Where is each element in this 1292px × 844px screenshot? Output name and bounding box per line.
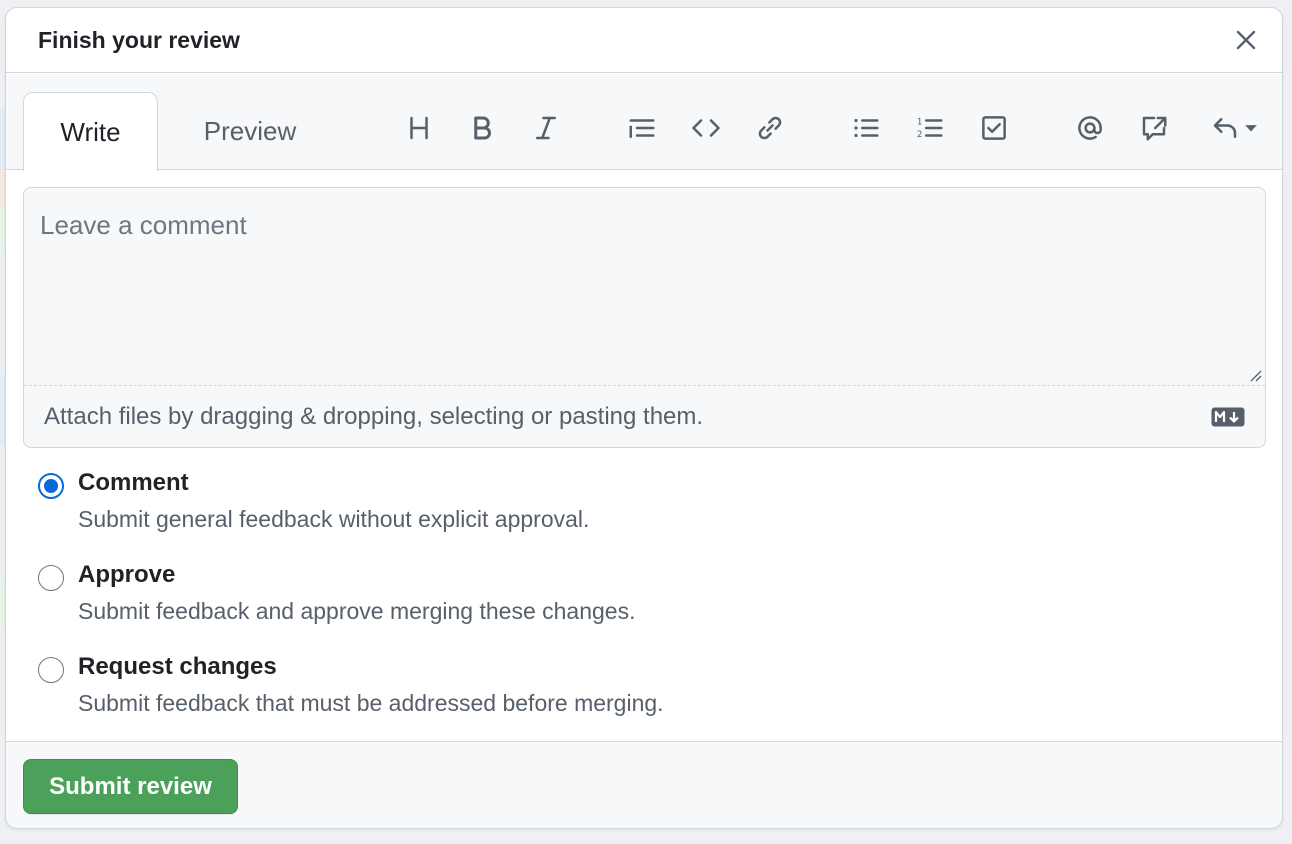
bold-button[interactable] (462, 108, 502, 148)
option-comment-label[interactable]: Comment (78, 469, 189, 497)
unordered-list-button[interactable] (846, 108, 886, 148)
mention-icon (1078, 116, 1102, 140)
option-request-changes-description: Submit feedback that must be addressed b… (78, 690, 664, 716)
close-icon (1236, 30, 1256, 50)
link-button[interactable] (750, 108, 790, 148)
dialog-header: Finish your review (6, 8, 1282, 73)
submit-review-button[interactable]: Submit review (23, 759, 238, 814)
dialog-title: Finish your review (38, 26, 240, 53)
cross-reference-icon (1142, 116, 1167, 141)
attach-files-hint: Attach files by dragging & dropping, sel… (44, 402, 704, 430)
svg-text:2: 2 (917, 130, 923, 140)
link-icon (758, 116, 782, 140)
tab-write[interactable]: Write (23, 92, 158, 171)
heading-button[interactable] (399, 108, 439, 148)
chevron-down-icon (1245, 125, 1257, 132)
unordered-list-icon (854, 118, 879, 138)
code-icon (692, 119, 720, 137)
svg-text:1: 1 (917, 117, 923, 127)
radio-approve[interactable] (38, 565, 64, 591)
heading-icon (410, 116, 428, 140)
ordered-list-button[interactable]: 1 2 (910, 108, 950, 148)
cross-reference-button[interactable] (1134, 108, 1174, 148)
italic-icon (536, 116, 556, 140)
editor-tabbar: Write Preview 1 2 (6, 74, 1282, 171)
comment-editor: Attach files by dragging & dropping, sel… (23, 187, 1266, 448)
task-list-button[interactable] (974, 108, 1014, 148)
reply-icon (1213, 118, 1237, 138)
attach-files-bar[interactable]: Attach files by dragging & dropping, sel… (24, 385, 1265, 447)
option-approve-description: Submit feedback and approve merging thes… (78, 598, 636, 624)
mention-button[interactable] (1070, 108, 1110, 148)
bold-icon (474, 116, 491, 140)
quote-icon (629, 119, 655, 138)
close-button[interactable] (1230, 24, 1262, 56)
option-approve-label[interactable]: Approve (78, 561, 175, 589)
ordered-list-icon: 1 2 (917, 117, 943, 140)
markdown-icon[interactable] (1211, 407, 1245, 427)
comment-input[interactable] (24, 188, 1265, 386)
saved-replies-button[interactable] (1202, 108, 1266, 148)
finish-review-dialog: Finish your review Write Preview 1 2 Lea… (5, 7, 1283, 829)
radio-request-changes[interactable] (38, 657, 64, 683)
italic-button[interactable] (526, 108, 566, 148)
option-request-changes-label[interactable]: Request changes (78, 653, 277, 681)
quote-button[interactable] (622, 108, 662, 148)
radio-comment[interactable] (38, 473, 64, 499)
task-list-icon (982, 116, 1006, 140)
dialog-footer: Submit review (6, 741, 1282, 828)
resize-grip-icon[interactable] (1248, 368, 1262, 382)
option-comment-description: Submit general feedback without explicit… (78, 506, 590, 532)
code-button[interactable] (686, 108, 726, 148)
tab-preview[interactable]: Preview (176, 92, 324, 171)
